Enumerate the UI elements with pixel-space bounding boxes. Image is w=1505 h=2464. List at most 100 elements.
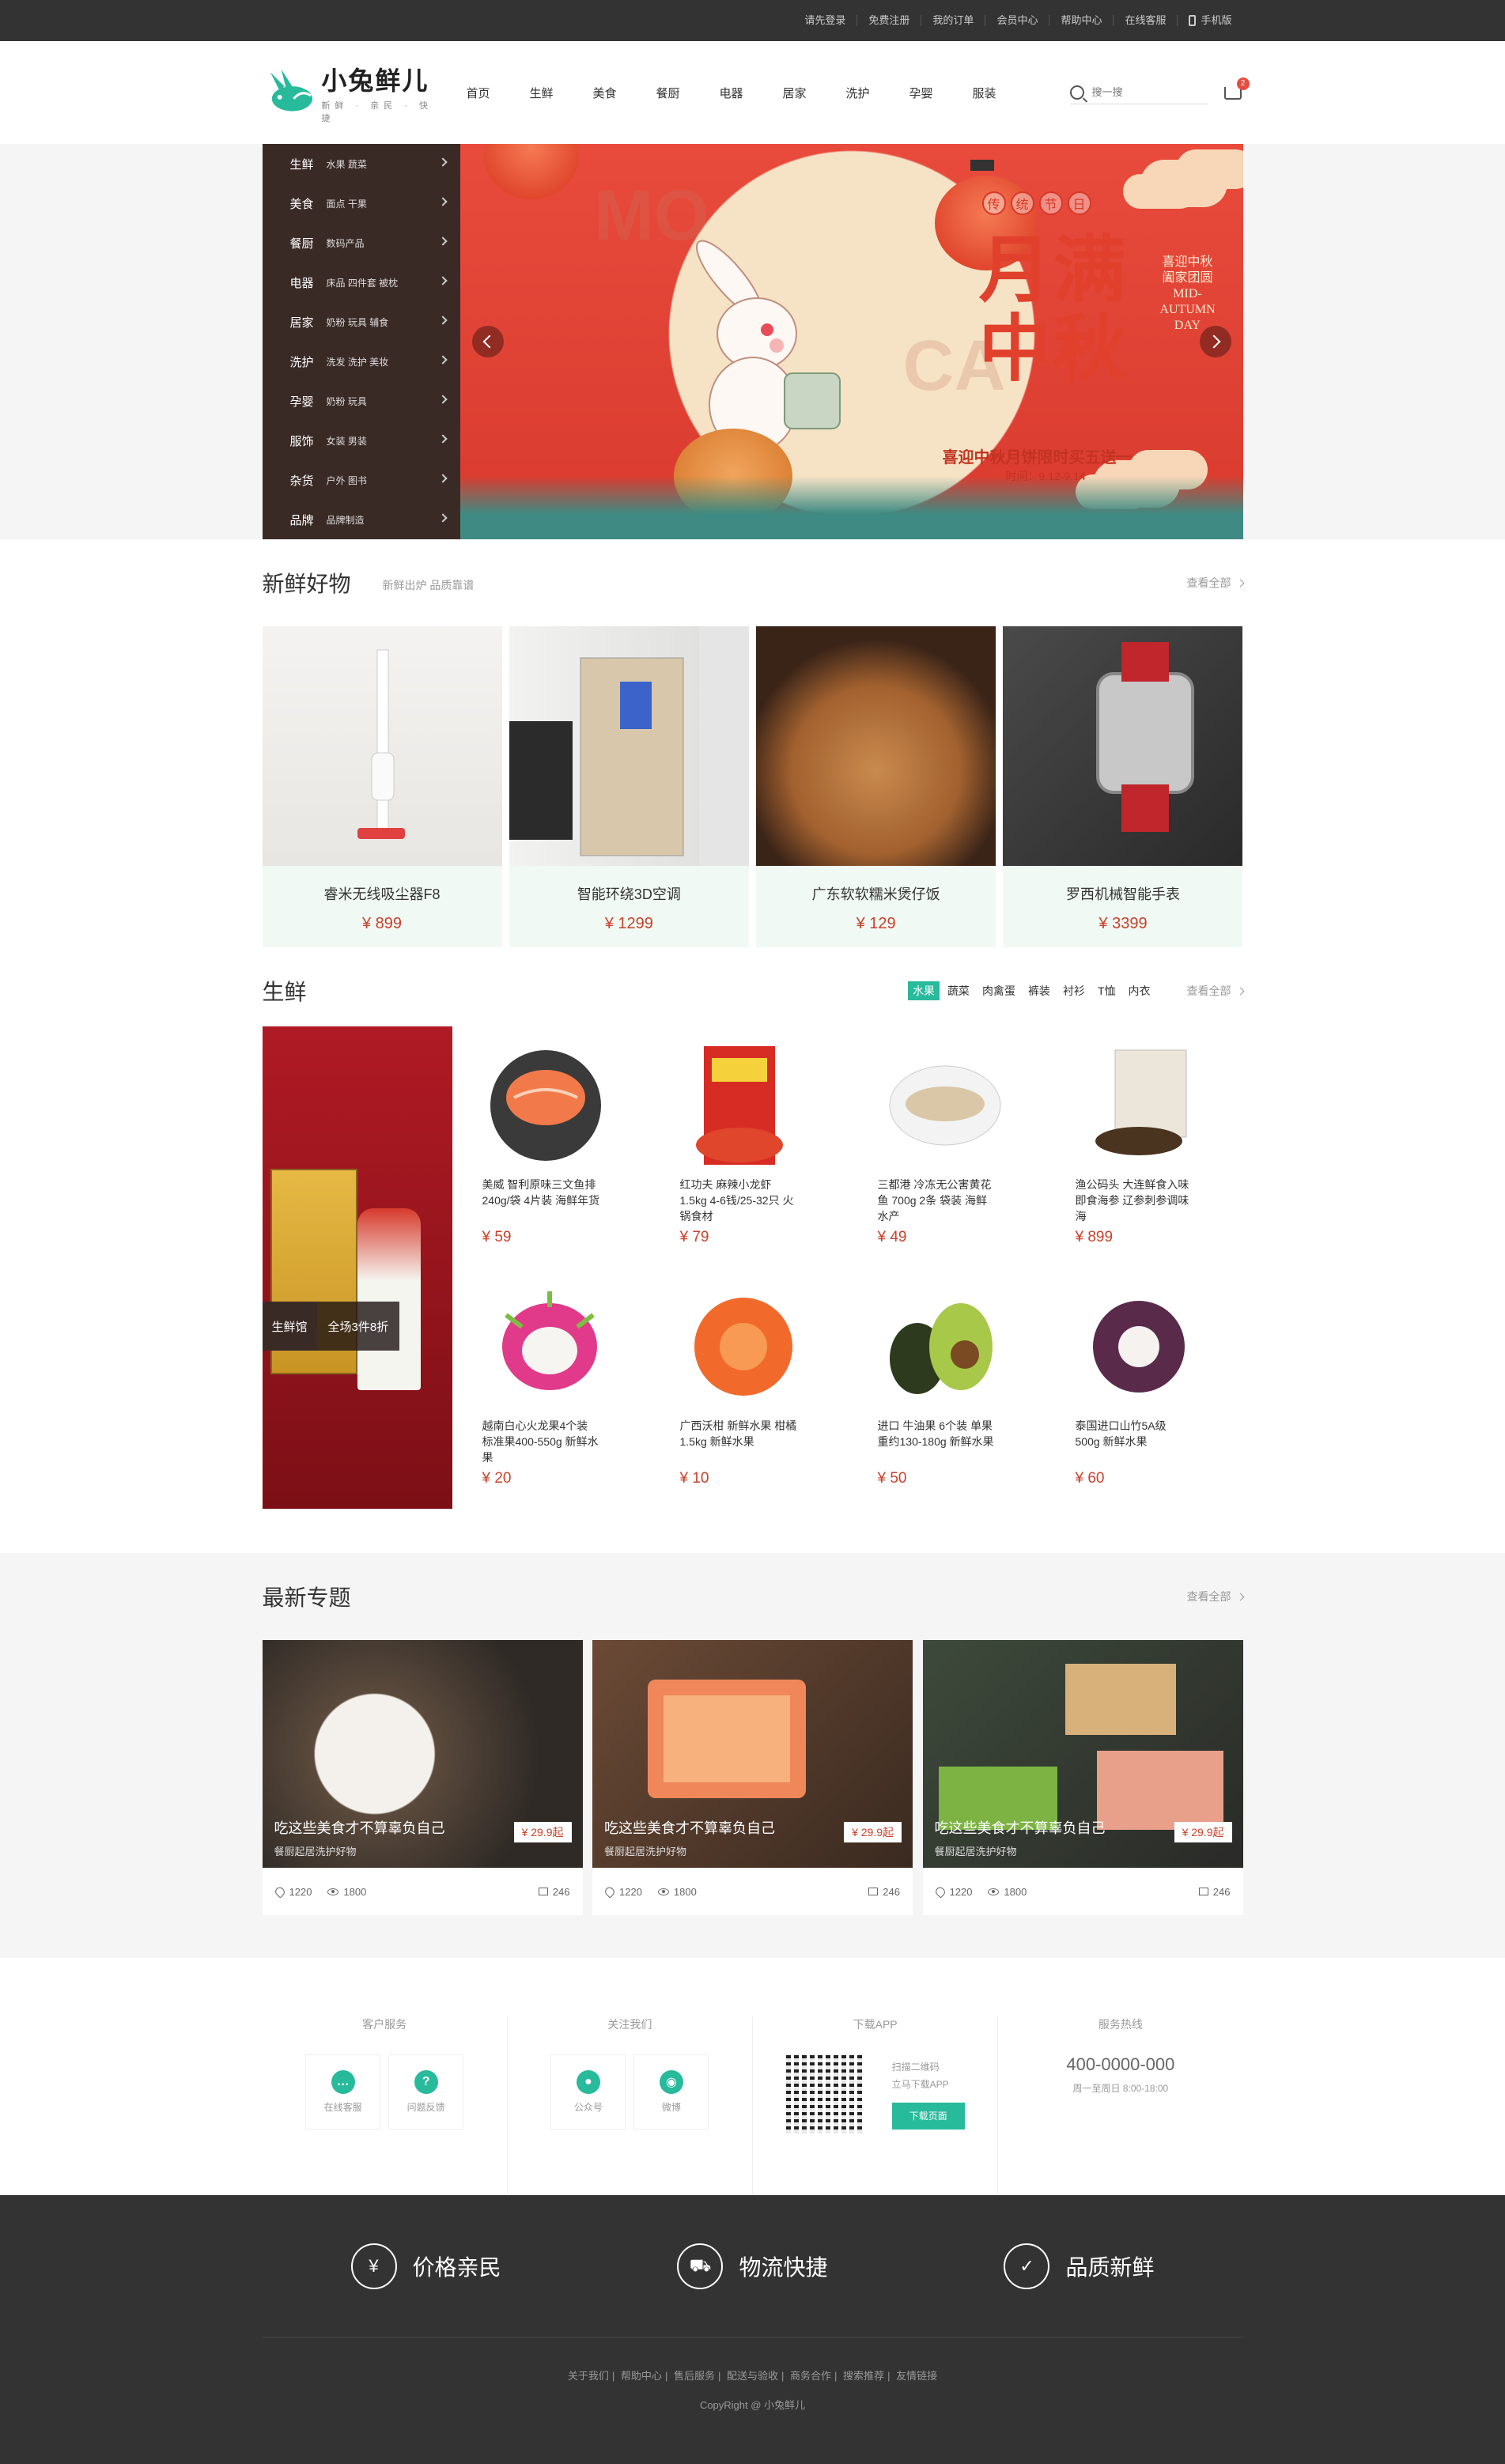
tab-vegetable[interactable]: 蔬菜 xyxy=(943,981,974,1000)
my-orders-link[interactable]: 我的订单 xyxy=(921,15,985,26)
chevron-right-icon xyxy=(437,355,448,365)
delivery-link[interactable]: 配送与验收 xyxy=(727,2370,778,2382)
search-icon[interactable] xyxy=(1069,85,1084,100)
category-item[interactable]: 生鲜 水果 蔬菜 xyxy=(263,144,460,183)
topic-image: 吃这些美食才不算辜负自己 餐厨起居洗护好物 ¥ 29.9起 xyxy=(922,1640,1243,1868)
product-card[interactable]: 智能环绕3D空调 ¥ 1299 xyxy=(509,626,749,947)
question-icon: ? xyxy=(414,2070,438,2094)
fresh-product-card[interactable]: 进口 牛油果 6个装 单果重约130-180g 新鲜水果 ¥ 50 xyxy=(848,1268,1046,1509)
comment-icon xyxy=(538,1888,548,1895)
nav-food[interactable]: 美食 xyxy=(587,85,650,101)
cart-button[interactable]: 2 xyxy=(1223,77,1250,103)
weibo-button[interactable]: ◉ 微博 xyxy=(633,2054,709,2130)
view-all-link[interactable]: 查看全部 xyxy=(1187,983,1244,999)
product-image xyxy=(756,626,996,866)
category-item[interactable]: 电器 床品 四件套 被枕 xyxy=(263,263,460,302)
wechat-button[interactable]: ● 公众号 xyxy=(550,2054,626,2130)
product-image xyxy=(1076,1042,1210,1169)
view-all-link[interactable]: 查看全部 xyxy=(1187,1589,1244,1604)
fresh-promo-image[interactable]: 生鲜馆 全场3件8折 xyxy=(262,1026,452,1509)
tab-fruit[interactable]: 水果 xyxy=(907,981,940,1000)
banner-prev-button[interactable] xyxy=(471,326,504,357)
friend-links-link[interactable]: 友情链接 xyxy=(896,2370,937,2382)
login-link[interactable]: 请先登录 xyxy=(793,15,856,26)
category-item[interactable]: 品牌 品牌制造 xyxy=(263,500,460,539)
heart-icon xyxy=(273,1884,286,1899)
fresh-product-card[interactable]: 红功夫 麻辣小龙虾 1.5kg 4-6钱/25-32只 火锅食材 ¥ 79 xyxy=(650,1026,848,1268)
fresh-product-card[interactable]: 美威 智利原味三文鱼排 240g/袋 4片装 海鲜年货 ¥ 59 xyxy=(452,1026,650,1268)
nav-appliance[interactable]: 电器 xyxy=(713,85,777,101)
mobile-link[interactable]: 手机版 xyxy=(1177,15,1242,26)
category-item[interactable]: 美食 面点 干果 xyxy=(263,183,460,223)
category-item[interactable]: 洗护 洗发 洗护 美妆 xyxy=(263,342,460,381)
comments-count[interactable]: 246 xyxy=(538,1886,570,1898)
category-item[interactable]: 孕婴 奶粉 玩具 xyxy=(263,381,460,421)
product-card[interactable]: 广东软软糯米煲仔饭 ¥ 129 xyxy=(756,626,996,947)
category-item[interactable]: 餐厨 数码产品 xyxy=(263,223,460,263)
comments-count[interactable]: 246 xyxy=(1198,1886,1231,1898)
online-service-button[interactable]: … 在线客服 xyxy=(305,2054,381,2130)
product-name: 睿米无线吸尘器F8 xyxy=(323,886,441,902)
tab-shirts[interactable]: 衬衫 xyxy=(1058,981,1090,1000)
banner-next-button[interactable] xyxy=(1199,326,1231,357)
business-link[interactable]: 商务合作 xyxy=(790,2370,831,2382)
nav-kitchen[interactable]: 餐厨 xyxy=(650,85,713,101)
fresh-product-card[interactable]: 三都港 冷冻无公害黄花鱼 700g 2条 袋装 海鲜水产 ¥ 49 xyxy=(848,1026,1046,1268)
views-count: 1800 xyxy=(327,1886,366,1898)
hero-banner[interactable]: MO CA 传 统 节 日 月满 中秋 喜迎中秋月饼限时买五送一 时间：9.12… xyxy=(459,144,1243,539)
tab-meat-egg[interactable]: 肉禽蛋 xyxy=(977,981,1020,1000)
topic-card[interactable]: 吃这些美食才不算辜负自己 餐厨起居洗护好物 ¥ 29.9起 1220 1800 … xyxy=(592,1640,913,1915)
download-page-button[interactable]: 下载页面 xyxy=(891,2103,965,2130)
tab-tshirt[interactable]: T恤 xyxy=(1093,981,1121,1000)
view-all-link[interactable]: 查看全部 xyxy=(1187,575,1244,591)
fresh-product-card[interactable]: 越南白心火龙果4个装 标准果400-550g 新鲜水果 ¥ 20 xyxy=(452,1268,650,1509)
likes-count[interactable]: 1220 xyxy=(273,1884,312,1899)
product-price: ¥ 10 xyxy=(679,1470,709,1487)
product-image xyxy=(680,1283,815,1410)
likes-count[interactable]: 1220 xyxy=(603,1884,642,1899)
category-item[interactable]: 杂货 户外 图书 xyxy=(263,460,460,500)
nav-baby[interactable]: 孕婴 xyxy=(903,85,966,101)
help-center-link[interactable]: 帮助中心 xyxy=(621,2370,662,2382)
register-link[interactable]: 免费注册 xyxy=(856,15,921,26)
member-center-link[interactable]: 会员中心 xyxy=(985,15,1049,26)
chevron-right-icon xyxy=(1236,1593,1244,1600)
product-price: ¥ 20 xyxy=(482,1470,512,1487)
likes-count[interactable]: 1220 xyxy=(933,1884,972,1899)
nav-care[interactable]: 洗护 xyxy=(840,85,903,101)
nav-home[interactable]: 首页 xyxy=(460,85,524,101)
product-price: ¥ 60 xyxy=(1075,1470,1105,1487)
tab-underwear[interactable]: 内衣 xyxy=(1124,981,1155,1000)
product-card[interactable]: 罗西机械智能手表 ¥ 3399 xyxy=(1003,626,1243,947)
search-recommend-link[interactable]: 搜索推荐 xyxy=(843,2370,884,2382)
nav-home-living[interactable]: 居家 xyxy=(777,85,840,101)
chevron-right-icon xyxy=(437,316,448,325)
nav-clothing[interactable]: 服装 xyxy=(966,85,1030,101)
wave-decoration xyxy=(459,476,1243,539)
price-tag-icon: ¥ xyxy=(350,2243,397,2289)
fresh-product-card[interactable]: 渔公码头 大连鲜食入味 即食海参 辽参刺参调味海 ¥ 899 xyxy=(1046,1026,1243,1268)
online-service-link[interactable]: 在线客服 xyxy=(1113,15,1177,26)
product-price: ¥ 59 xyxy=(482,1229,512,1245)
fresh-product-card[interactable]: 泰国进口山竹5A级 500g 新鲜水果 ¥ 60 xyxy=(1046,1268,1243,1509)
nav-fresh[interactable]: 生鲜 xyxy=(524,85,587,101)
help-center-link[interactable]: 帮助中心 xyxy=(1049,15,1113,26)
comments-count[interactable]: 246 xyxy=(868,1886,900,1898)
topic-price: ¥ 29.9起 xyxy=(513,1822,572,1842)
tab-pants[interactable]: 裤装 xyxy=(1023,981,1055,1000)
chevron-right-icon xyxy=(437,434,448,444)
product-name: 广东软软糯米煲仔饭 xyxy=(811,886,940,902)
topic-card[interactable]: 吃这些美食才不算辜负自己 餐厨起居洗护好物 ¥ 29.9起 1220 1800 … xyxy=(262,1640,583,1915)
product-card[interactable]: 睿米无线吸尘器F8 ¥ 899 xyxy=(262,626,502,947)
about-us-link[interactable]: 关于我们 xyxy=(568,2370,609,2382)
liquor-bottle-illustration xyxy=(357,1208,421,1390)
after-sales-link[interactable]: 售后服务 xyxy=(674,2370,715,2382)
search-input[interactable] xyxy=(1091,86,1195,98)
logo[interactable]: 小兔鲜儿 新鲜 · 亲民 · 快捷 xyxy=(263,61,444,124)
topic-card[interactable]: 吃这些美食才不算辜负自己 餐厨起居洗护好物 ¥ 29.9起 1220 1800 … xyxy=(922,1640,1243,1915)
product-price: ¥ 899 xyxy=(361,915,403,932)
feedback-button[interactable]: ? 问题反馈 xyxy=(388,2054,464,2130)
fresh-product-card[interactable]: 广西沃柑 新鲜水果 柑橘1.5kg 新鲜水果 ¥ 10 xyxy=(650,1268,848,1509)
category-item[interactable]: 服饰 女装 男装 xyxy=(263,421,460,460)
category-item[interactable]: 居家 奶粉 玩具 辅食 xyxy=(263,302,460,342)
